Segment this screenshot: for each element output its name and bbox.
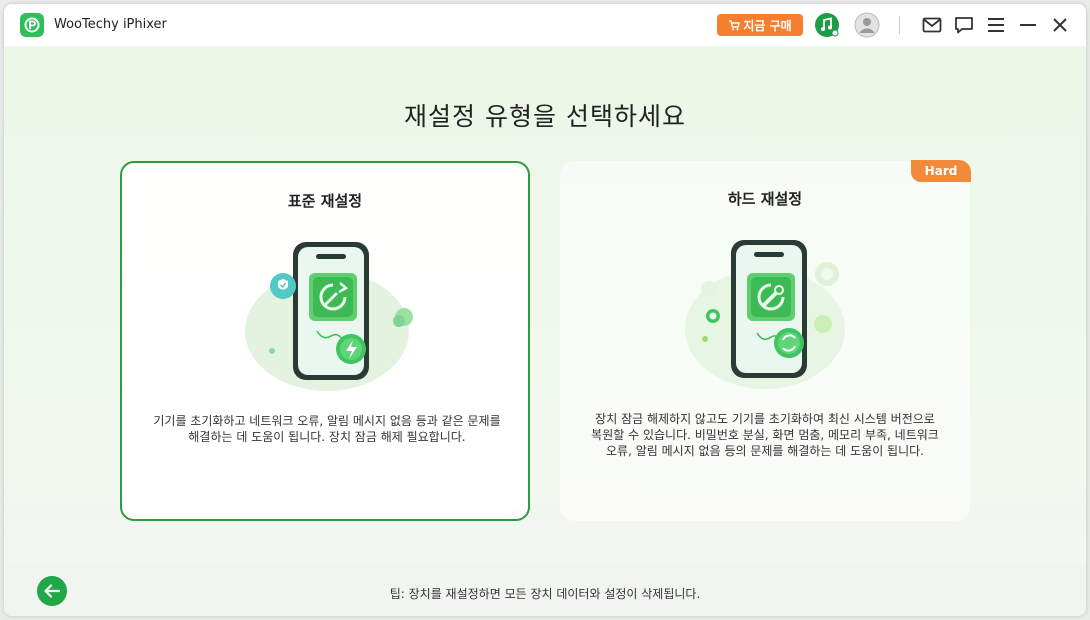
footer-bar: 팁: 장치를 재설정하면 모든 장치 데이터와 설정이 삭제됩니다. (4, 564, 1086, 616)
card-title: 하드 재설정 (727, 190, 803, 208)
cart-icon (729, 20, 741, 31)
mail-icon[interactable] (919, 12, 945, 38)
standard-reset-card[interactable]: 표준 재설정 기기를 초기화하고 네트워크 오류, 알림 메시지 없음 등과 같… (120, 161, 530, 521)
card-description: 장치 잠금 해제하지 않고도 기기를 초기화하여 최신 시스템 버전으로 복원할… (591, 412, 939, 458)
buy-now-label: 지금 구매 (743, 18, 792, 33)
title-bar: WooTechy iPhixer 지금 구매 (4, 4, 1086, 46)
footer-tip: 팁: 장치를 재설정하면 모든 장치 데이터와 설정이 삭제됩니다. (389, 587, 701, 601)
music-icon[interactable] (814, 12, 840, 38)
titlebar-divider (899, 16, 900, 34)
app-window: WooTechy iPhixer 지금 구매 재설정 유형을 선택하세요 표준 … (4, 4, 1086, 616)
app-title: WooTechy iPhixer (54, 17, 167, 32)
hard-badge: Hard (911, 160, 971, 182)
hard-reset-illustration (665, 229, 865, 399)
hard-reset-card[interactable]: Hard 하드 재설정 장치 잠금 해제하지 않고도 기기를 초기화하여 최신 … (560, 160, 971, 521)
user-icon[interactable] (854, 12, 880, 38)
card-title: 표준 재설정 (287, 192, 363, 210)
chat-icon[interactable] (951, 12, 977, 38)
card-description: 기기를 초기화하고 네트워크 오류, 알림 메시지 없음 등과 같은 문제를 해… (153, 414, 501, 444)
standard-reset-illustration (227, 231, 427, 401)
menu-icon[interactable] (983, 12, 1009, 38)
page-title: 재설정 유형을 선택하세요 (404, 102, 686, 131)
app-logo-icon (20, 13, 44, 37)
main-content: 재설정 유형을 선택하세요 표준 재설정 기기를 초기화하고 네트워크 오류, … (4, 46, 1086, 564)
buy-now-button[interactable]: 지금 구매 (717, 14, 803, 36)
minimize-icon[interactable] (1015, 12, 1041, 38)
close-icon[interactable] (1047, 12, 1073, 38)
